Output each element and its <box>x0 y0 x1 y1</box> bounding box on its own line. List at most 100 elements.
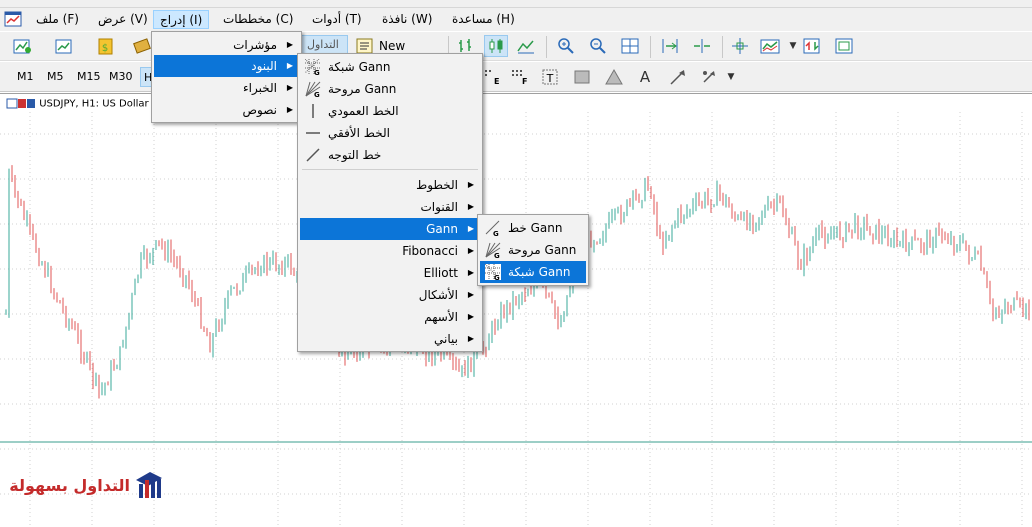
menu-bar: ملف (F) عرض (V) إدراج (I) مخططات (C) أدو… <box>0 8 1032 31</box>
object-trendline[interactable]: خط التوجه <box>300 144 480 166</box>
timeframe-m5[interactable]: M5 <box>44 67 67 87</box>
fibo-expansion-button[interactable]: E <box>480 66 504 88</box>
submenu-arrow-icon: ▶ <box>467 246 474 255</box>
object-vertical-line[interactable]: الخط العمودي <box>300 100 480 122</box>
group-arrows[interactable]: الأسهم ▶ <box>300 306 480 328</box>
menu-item-label: الأسهم <box>424 310 458 324</box>
group-graphical[interactable]: بياني ▶ <box>300 328 480 350</box>
menu-view[interactable]: عرض (V) <box>92 10 154 29</box>
group-gann[interactable]: Gann ▶ <box>300 218 480 240</box>
object-gann-fan[interactable]: G مروحة Gann <box>300 78 480 100</box>
submenu-arrow-icon: ▶ <box>467 334 474 343</box>
text-tool-icon[interactable]: A <box>634 66 656 88</box>
watermark-logo: التداول بسهولة <box>9 470 164 504</box>
candlestick-button[interactable] <box>484 35 508 57</box>
object-horizontal-line[interactable]: الخط الأفقي <box>300 122 480 144</box>
timeframe-m30[interactable]: M30 <box>106 67 136 87</box>
crosshair-icon <box>732 38 748 54</box>
objects-submenu: G شبكة Gann G مروحة Gann الخط العمودي ال… <box>297 53 483 352</box>
zoom-in-icon <box>558 38 574 54</box>
svg-text:G: G <box>314 69 320 75</box>
toolbar-separator <box>546 36 547 58</box>
market-watch-button[interactable]: $ <box>94 35 118 57</box>
profiles-icon <box>55 39 72 54</box>
tile-windows-button[interactable] <box>618 35 642 57</box>
profiles-button[interactable] <box>52 35 76 57</box>
vertical-line-icon <box>312 104 314 118</box>
svg-text:G: G <box>494 274 500 280</box>
gann-fan-icon: G <box>305 81 321 97</box>
periods-button[interactable] <box>800 35 824 57</box>
zoom-in-button[interactable] <box>554 35 578 57</box>
rectangle-button[interactable] <box>570 66 594 88</box>
menu-insert[interactable]: إدراج (I) <box>153 10 210 29</box>
dropdown-arrow-icon[interactable]: ▼ <box>720 66 742 88</box>
price-chart[interactable] <box>0 94 1032 527</box>
menu-item-label: شبكة Gann <box>328 60 391 74</box>
group-lines[interactable]: الخطوط ▶ <box>300 174 480 196</box>
menu-item-label: خط Gann <box>508 221 563 235</box>
crosshair-button[interactable] <box>728 35 752 57</box>
menu-item-label: الخط العمودي <box>328 104 399 118</box>
fibo-fan-icon: F <box>512 70 527 86</box>
menu-item-scripts[interactable]: نصوص ▶ <box>154 99 299 121</box>
chart-window[interactable]: USDJPY, H1: US Dollar <box>0 93 1032 527</box>
submenu-arrow-icon: ▶ <box>467 224 474 233</box>
menu-tools[interactable]: أدوات (T) <box>306 10 368 29</box>
chart-shift-button[interactable] <box>658 35 682 57</box>
zoom-out-icon <box>590 38 606 54</box>
svg-text:F: F <box>522 77 527 86</box>
gann-grid-item[interactable]: G شبكة Gann <box>480 261 586 283</box>
trendline-icon <box>306 148 320 162</box>
menu-help[interactable]: مساعدة (H) <box>446 10 521 29</box>
window-title-strip <box>0 0 1032 8</box>
text-label-button[interactable]: T <box>538 66 562 88</box>
triangle-button[interactable] <box>602 66 626 88</box>
tile-windows-icon <box>621 38 639 54</box>
svg-text:G: G <box>493 230 499 236</box>
fibo-fan-button[interactable]: F <box>508 66 532 88</box>
group-elliott[interactable]: Elliott ▶ <box>300 262 480 284</box>
templates-button[interactable] <box>832 35 856 57</box>
group-channels[interactable]: القنوات ▶ <box>300 196 480 218</box>
arrow-labels-button[interactable] <box>698 66 722 88</box>
menu-item-label: نصوص <box>242 103 277 117</box>
gann-fan-item[interactable]: G مروحة Gann <box>480 239 586 261</box>
object-gann-grid[interactable]: G شبكة Gann <box>300 56 480 78</box>
templates-icon <box>835 38 853 54</box>
line-chart-button[interactable] <box>514 35 538 57</box>
svg-text:G: G <box>314 91 320 97</box>
menu-charts[interactable]: مخططات (C) <box>217 10 299 29</box>
zoom-out-button[interactable] <box>586 35 610 57</box>
horizontal-line-icon <box>306 132 320 134</box>
submenu-arrow-icon: ▶ <box>467 268 474 277</box>
triangle-icon <box>605 68 623 85</box>
timeframe-m1[interactable]: M1 <box>14 67 37 87</box>
toolbar-separator <box>722 36 723 58</box>
menu-item-objects[interactable]: البنود ▶ <box>154 55 299 77</box>
arrow-button[interactable] <box>666 66 690 88</box>
menu-item-indicators[interactable]: مؤشرات ▶ <box>154 34 299 56</box>
gann-line-item[interactable]: G خط Gann <box>480 217 586 239</box>
group-fibonacci[interactable]: Fibonacci ▶ <box>300 240 480 262</box>
group-shapes[interactable]: الأشكال ▶ <box>300 284 480 306</box>
autotrading-icon <box>133 38 151 54</box>
timeframe-m15[interactable]: M15 <box>74 67 104 87</box>
logo-icon <box>136 472 162 498</box>
chart-symbol-label: USDJPY, H1: US Dollar <box>39 98 149 110</box>
submenu-arrow-icon: ▶ <box>286 83 293 92</box>
market-watch-icon: $ <box>98 38 113 55</box>
menu-item-label: Elliott <box>423 266 458 280</box>
arrow-labels-icon <box>703 71 715 83</box>
gann-line-icon: G <box>485 220 500 236</box>
menu-item-experts[interactable]: الخبراء ▶ <box>154 77 299 99</box>
menu-file[interactable]: ملف (F) <box>30 10 85 29</box>
indicators-button[interactable] <box>758 35 782 57</box>
autoscroll-button[interactable] <box>690 35 714 57</box>
menu-window[interactable]: نافذة (W) <box>376 10 438 29</box>
new-chart-button[interactable] <box>10 35 34 57</box>
submenu-arrow-icon: ▶ <box>467 312 474 321</box>
submenu-arrow-icon: ▶ <box>286 61 293 70</box>
app-icon[interactable] <box>4 10 22 28</box>
submenu-arrow-icon: ▶ <box>467 202 474 211</box>
